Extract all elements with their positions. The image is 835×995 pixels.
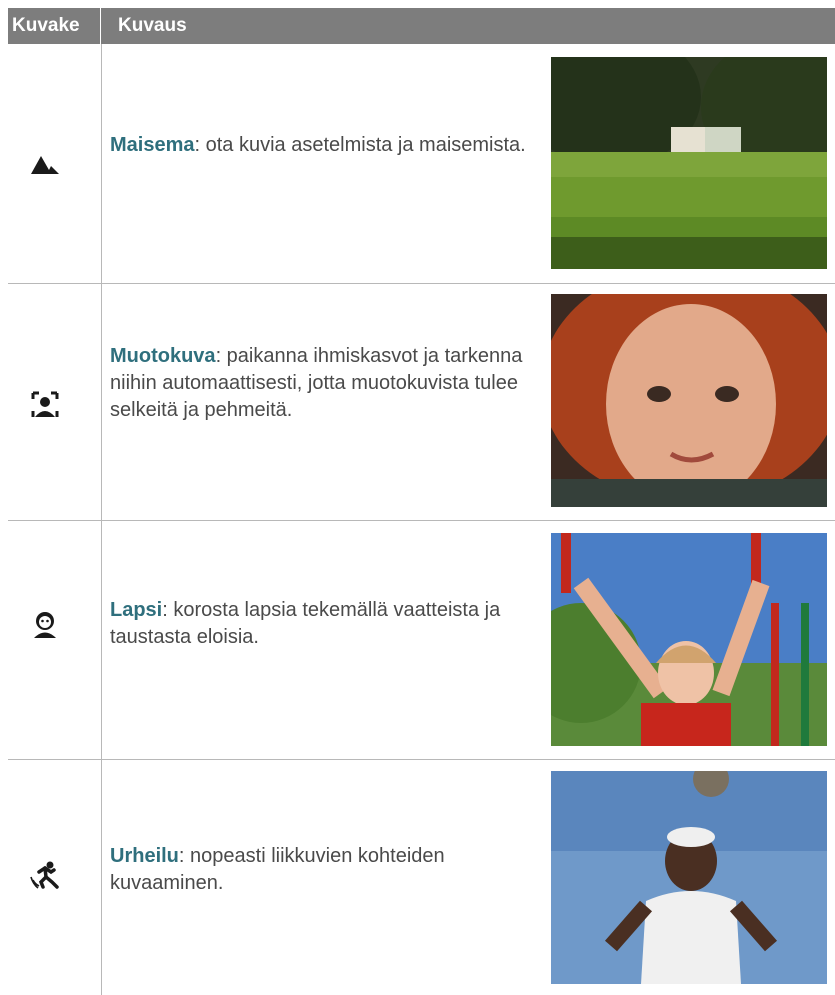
landscape-photo xyxy=(551,57,827,269)
table-header: Kuvake Kuvaus xyxy=(8,8,835,44)
row-description: Urheilu: nopeasti liikkuvien kohteiden k… xyxy=(110,843,530,897)
row-description: Maisema: ota kuvia asetelmista ja maisem… xyxy=(110,132,530,159)
landscape-icon xyxy=(30,148,60,178)
portrait-photo xyxy=(551,294,827,507)
child-icon xyxy=(30,610,60,640)
row-description: Lapsi: korosta lapsia tekemällä vaatteis… xyxy=(110,597,530,651)
row-text: : korosta lapsia tekemällä vaatteista ja… xyxy=(110,599,501,648)
row-title: Urheilu xyxy=(110,845,179,867)
header-description-column: Kuvaus xyxy=(118,15,187,36)
sports-photo xyxy=(551,771,827,984)
header-icon-column: Kuvake xyxy=(8,8,101,44)
portrait-face-icon xyxy=(30,390,60,420)
row-text: : ota kuvia asetelmista ja maisemista. xyxy=(194,134,526,156)
child-photo xyxy=(551,533,827,746)
row-title: Muotokuva xyxy=(110,345,216,367)
row-divider xyxy=(8,759,835,760)
row-title: Lapsi xyxy=(110,599,163,621)
row-divider xyxy=(8,520,835,521)
row-title: Maisema xyxy=(110,134,195,156)
row-description: Muotokuva: paikanna ihmiskasvot ja tarke… xyxy=(110,343,530,424)
row-divider xyxy=(8,283,835,284)
sports-runner-icon xyxy=(30,860,60,890)
